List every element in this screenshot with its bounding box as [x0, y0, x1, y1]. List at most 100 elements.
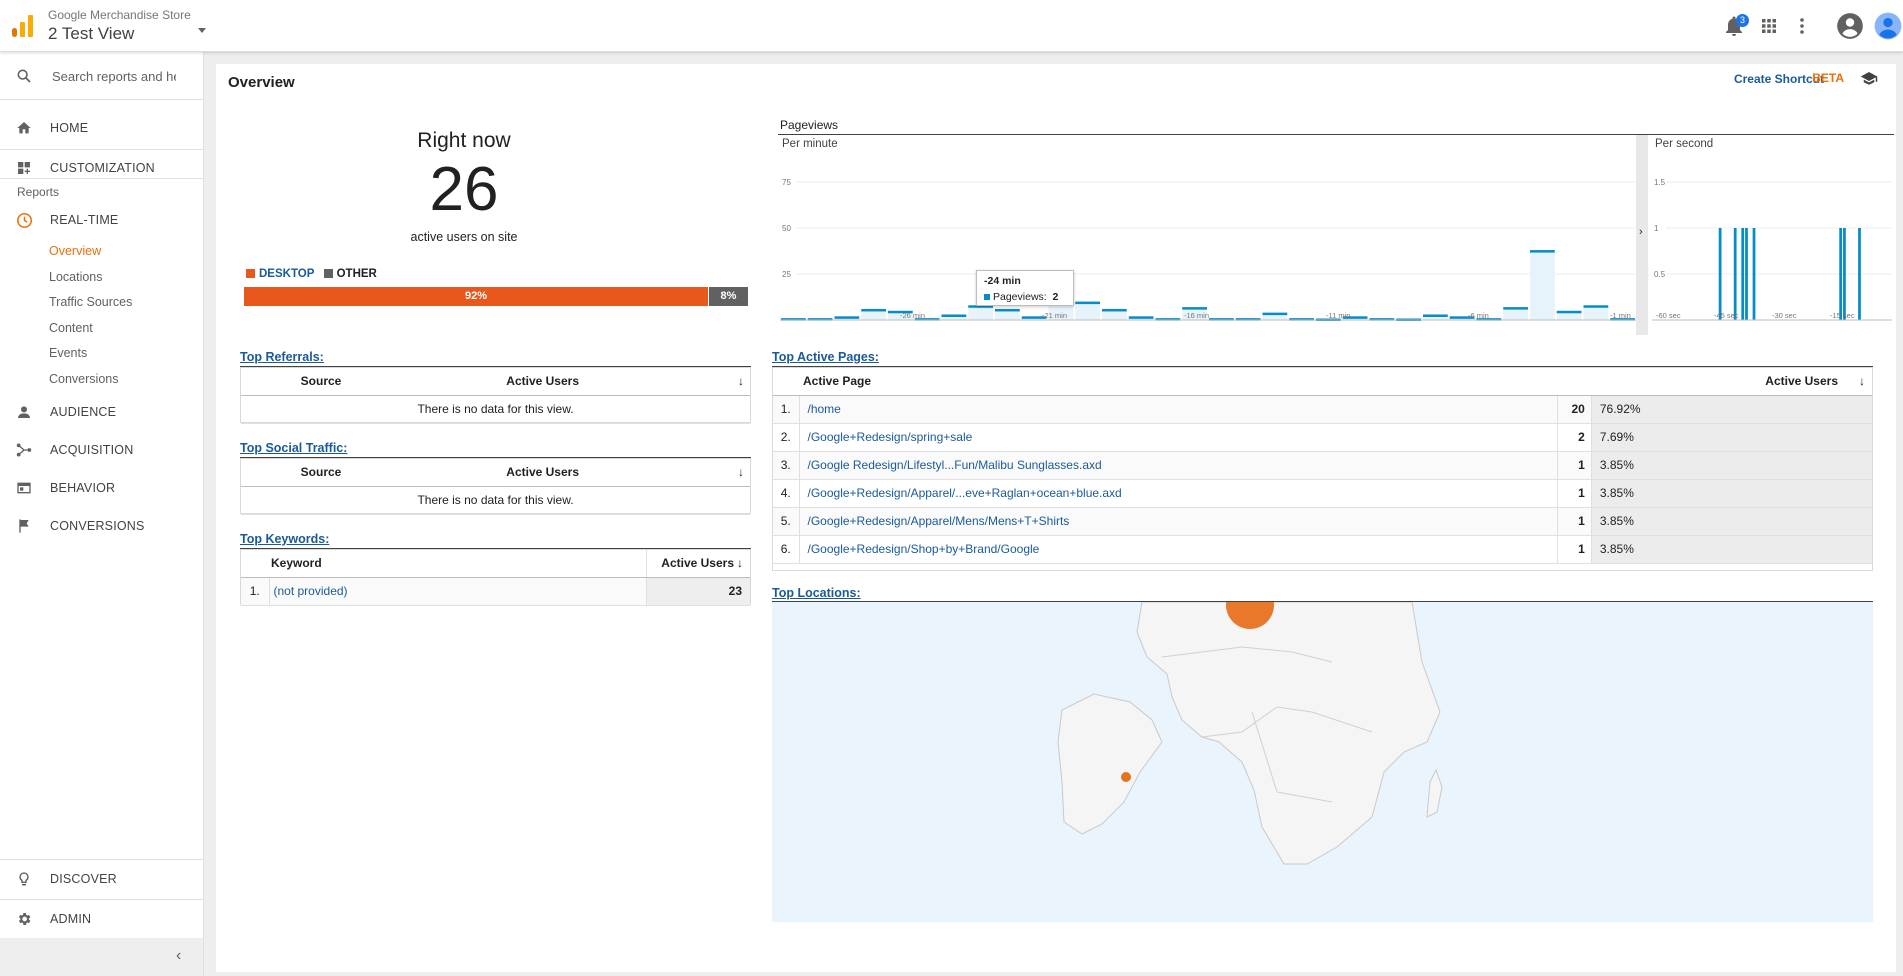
top-active-pages-table: Active Page Active Users ↓ 1. /home 20 76.9… — [772, 367, 1873, 571]
sidebar-item-audience[interactable]: AUDIENCE — [0, 392, 203, 432]
tooltip-label: Pageviews: — [993, 291, 1047, 303]
sidebar-item-label: ADMIN — [50, 912, 92, 926]
row-index: 6. — [773, 535, 800, 564]
sidebar-item-label: ACQUISITION — [50, 443, 134, 457]
x-tick-label: -30 sec — [1772, 311, 1797, 320]
row-index: 1. — [773, 395, 800, 424]
row-index: 4. — [773, 479, 800, 508]
active-page-link[interactable]: /Google+Redesign/Apparel/Mens/Mens+T+Shi… — [808, 514, 1070, 528]
top-bar: Google Merchandise Store 2 Test View 3 — [0, 0, 1903, 52]
x-tick-label: -26 min — [900, 311, 925, 320]
sidebar-subitem-overview[interactable]: Overview — [49, 244, 101, 258]
keyword-link[interactable]: (not provided) — [274, 584, 348, 598]
sidebar-item-admin[interactable]: ADMIN — [0, 899, 203, 939]
pageviews-chart[interactable]: 75 50 25 › -26 min -21 min -16 min -11 min -6 mi… — [778, 135, 1894, 335]
sidebar-item-label: DISCOVER — [50, 872, 117, 886]
page-users: 1 — [1556, 535, 1592, 564]
col-keyword[interactable]: Keyword — [269, 550, 646, 578]
sidebar-item-discover[interactable]: DISCOVER — [0, 859, 203, 899]
sidebar-item-behavior[interactable]: BEHAVIOR — [0, 468, 203, 508]
sort-arrow-icon[interactable]: ↓ — [585, 459, 750, 487]
chevron-down-icon[interactable] — [198, 28, 206, 33]
madagascar-shape — [1426, 768, 1443, 818]
other-legend-label: OTHER — [336, 268, 377, 280]
sidebar-subitem-traffic-sources[interactable]: Traffic Sources — [49, 295, 132, 309]
collapse-sidebar-button[interactable]: ‹ — [0, 938, 203, 976]
other-share-segment: 8% — [709, 287, 748, 306]
notifications-badge: 3 — [1736, 14, 1749, 27]
page-users-pct: 3.85% — [1590, 507, 1872, 536]
col-source[interactable]: Source — [241, 368, 401, 396]
sort-arrow-icon[interactable]: ↓ — [585, 368, 750, 396]
bar — [1839, 228, 1843, 320]
analytics-logo-icon[interactable] — [12, 15, 34, 37]
sidebar-subitem-content[interactable]: Content — [49, 321, 93, 335]
active-page-link[interactable]: /Google+Redesign/spring+sale — [808, 430, 973, 444]
beta-badge: BETA — [1812, 71, 1844, 85]
locations-map[interactable] — [772, 602, 1873, 922]
col-active-users[interactable]: Active Users — [645, 550, 736, 578]
active-page-link[interactable]: /home — [808, 402, 841, 416]
bar — [1843, 228, 1846, 320]
active-page-link[interactable]: /Google+Redesign/Shop+by+Brand/Google — [808, 542, 1040, 556]
active-page-link[interactable]: /Google+Redesign/Apparel/...eve+Raglan+o… — [808, 486, 1122, 500]
x-tick-label: -45 sec — [1714, 311, 1739, 320]
bar — [1752, 228, 1756, 320]
empty-message: There is no data for this view. — [241, 486, 750, 515]
col-source[interactable]: Source — [241, 459, 401, 487]
table-row: 5. /Google+Redesign/Apparel/Mens/Mens+T+S… — [773, 507, 1872, 536]
account-selector[interactable]: Google Merchandise Store 2 Test View — [48, 8, 191, 44]
account-circle-icon[interactable] — [1836, 12, 1864, 40]
main-panel: Overview Create Shortcut BETA Right now … — [216, 64, 1896, 972]
x-tick-label: -15 sec — [1830, 311, 1855, 320]
col-active-page[interactable]: Active Page — [799, 368, 1558, 396]
table-row: 2. /Google+Redesign/spring+sale 2 7.69% — [773, 423, 1872, 452]
sidebar-item-label: HOME — [50, 121, 89, 135]
active-page-link[interactable]: /Google Redesign/Lifestyl...Fun/Malibu S… — [808, 458, 1102, 472]
page-users-pct: 3.85% — [1590, 535, 1872, 564]
person-icon — [18, 406, 30, 418]
top-active-pages-title[interactable]: Top Active Pages: — [772, 350, 879, 364]
sort-arrow-icon[interactable]: ↓ — [1858, 368, 1872, 396]
sidebar-item-home[interactable]: HOME — [0, 108, 203, 148]
bar — [1102, 308, 1127, 312]
sort-arrow-icon[interactable]: ↓ — [736, 550, 750, 578]
graduation-cap-icon[interactable] — [1860, 70, 1878, 86]
chevron-right-icon: › — [1639, 226, 1643, 238]
top-social-title[interactable]: Top Social Traffic: — [240, 441, 347, 455]
bar — [1741, 228, 1745, 320]
africa-europe-shape — [1136, 602, 1441, 865]
sidebar-item-realtime[interactable]: REAL-TIME — [0, 200, 203, 240]
top-locations-title[interactable]: Top Locations: — [772, 586, 861, 600]
bar-fill — [1075, 301, 1100, 320]
y-tick-label: 1 — [1654, 224, 1659, 233]
col-active-users[interactable]: Active Users — [401, 459, 585, 487]
divider — [0, 178, 203, 179]
sidebar-item-customization[interactable]: CUSTOMIZATION — [0, 148, 203, 188]
gear-icon — [18, 913, 31, 925]
sidebar-item-acquisition[interactable]: ACQUISITION — [0, 430, 203, 470]
bar — [1128, 316, 1154, 319]
bar — [1745, 228, 1748, 320]
page-title: Overview — [228, 74, 295, 91]
bar — [1182, 307, 1207, 310]
bar — [1530, 250, 1555, 253]
apps-grid-icon[interactable] — [1757, 14, 1781, 38]
table-row: 1. /home 20 76.92% — [773, 395, 1872, 424]
y-tick-label: 25 — [782, 270, 791, 279]
location-bubble[interactable] — [1121, 772, 1131, 782]
more-vert-icon[interactable] — [1790, 14, 1814, 38]
search-box[interactable] — [0, 52, 203, 100]
col-active-users[interactable]: Active Users — [401, 368, 585, 396]
search-icon — [17, 69, 31, 83]
top-referrals-title[interactable]: Top Referrals: — [240, 350, 324, 364]
sidebar-subitem-locations[interactable]: Locations — [49, 270, 103, 284]
avatar[interactable] — [1874, 12, 1902, 40]
sidebar-item-conversions[interactable]: CONVERSIONS — [0, 506, 203, 546]
search-input[interactable] — [50, 64, 178, 88]
top-keywords-title[interactable]: Top Keywords: — [240, 532, 329, 546]
create-shortcut-link[interactable]: Create Shortcut — [1734, 72, 1824, 86]
col-active-users[interactable]: Active Users — [1557, 368, 1858, 396]
sidebar-subitem-events[interactable]: Events — [49, 346, 87, 360]
sidebar-subitem-conversions[interactable]: Conversions — [49, 372, 118, 386]
